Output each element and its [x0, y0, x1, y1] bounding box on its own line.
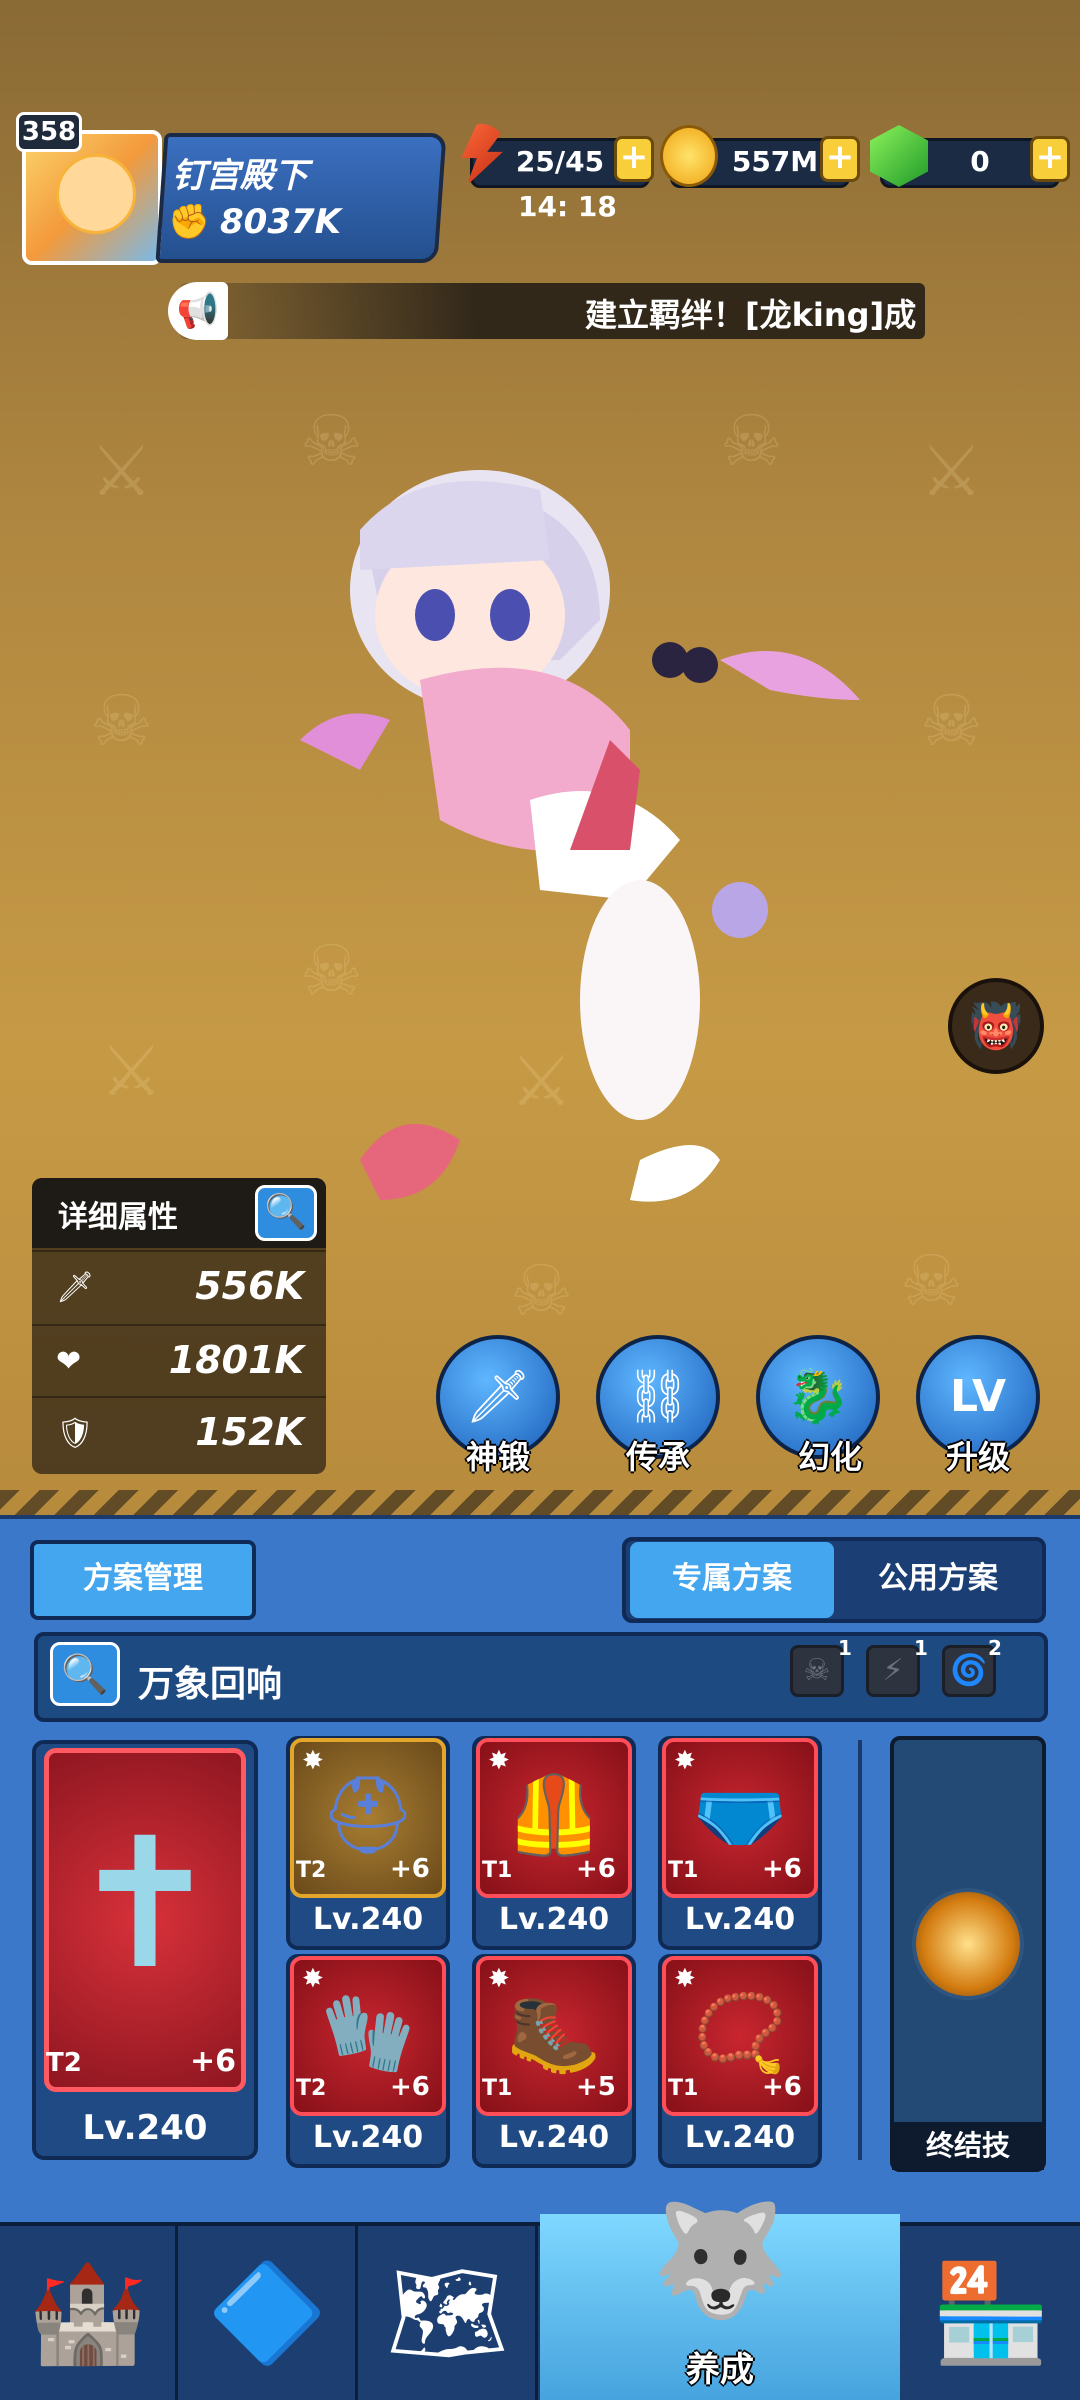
gold-value: 557M: [731, 145, 819, 178]
hero-character-illustration[interactable]: [300, 440, 900, 1220]
equipment-level: Lv.240: [498, 1902, 610, 1937]
belt-icon: 🩲: [692, 1770, 788, 1859]
stat-attack-value: 556K: [195, 1264, 304, 1308]
pattern-monster-icon: ☠: [920, 680, 983, 762]
set-name: 万象回响: [138, 1664, 283, 1705]
equipment-level: Lv.240: [498, 2120, 610, 2155]
sword-icon: 🗡: [56, 1270, 95, 1305]
pattern-monster-icon: ☠: [510, 1250, 573, 1332]
announcement-text: 建立羁绊！[龙king]成: [585, 296, 917, 334]
equipment-level: Lv.240: [684, 1902, 796, 1937]
level-up-label: 升级: [945, 1438, 1010, 1476]
boots-icon: 🥾: [506, 1988, 602, 2077]
level-up-icon: LV: [949, 1371, 1007, 1422]
equipment-tier: T2: [296, 2076, 327, 2101]
forge-label: 神锻: [465, 1438, 530, 1476]
heart-icon: ❤: [56, 1344, 82, 1379]
tab-public-plan[interactable]: 公用方案: [836, 1542, 1040, 1618]
star-icon: ✸: [488, 1964, 510, 1994]
equipment-tier: T1: [668, 2076, 699, 2101]
nav-map-icon[interactable]: 🗺: [360, 2226, 538, 2400]
nav-develop-icon: 🐺: [651, 2196, 789, 2324]
pattern-sword-icon: ⚔: [90, 430, 153, 512]
equipment-tier: T1: [668, 1858, 699, 1883]
share-icon: ⛓: [624, 1367, 691, 1427]
equipment-tier: T2: [296, 1858, 327, 1883]
equipment-level: Lv.240: [312, 2120, 424, 2155]
dragon-icon: 🐉: [785, 1367, 851, 1427]
bolt-filter-count: 1: [914, 1636, 928, 1660]
equipment-tier: T1: [482, 2076, 513, 2101]
stats-title: 详细属性: [58, 1200, 178, 1235]
sword-icon: 🗡: [464, 1367, 531, 1427]
power-fist-icon: ✊: [168, 202, 211, 242]
weapon-tier: T2: [46, 2048, 82, 2078]
search-icon[interactable]: 🔍: [50, 1642, 120, 1706]
stat-hp-value: 1801K: [168, 1338, 304, 1382]
megaphone-icon: 📢: [168, 282, 228, 340]
gem-value: 0: [970, 145, 990, 178]
equipment-plus: +6: [390, 2072, 430, 2102]
stat-row-attack: 🗡 556K: [32, 1250, 326, 1322]
weapon-plus: +6: [190, 2044, 237, 2079]
nav-castle-icon[interactable]: 🏰: [0, 2226, 178, 2400]
plan-manage-button[interactable]: 方案管理: [30, 1540, 256, 1620]
equipment-plus: +6: [762, 2072, 802, 2102]
stat-defense-value: 152K: [195, 1410, 304, 1454]
gauntlet-icon: 🧤: [320, 1988, 416, 2077]
final-skill-label: 终结技: [892, 2122, 1044, 2170]
energy-timer: 14: 18: [518, 190, 617, 223]
stat-row-hp: ❤ 1801K: [32, 1324, 326, 1396]
equipment-tier: T1: [482, 1858, 513, 1883]
skull-filter-count: 1: [838, 1636, 852, 1660]
equipment-level: Lv.240: [684, 2120, 796, 2155]
transform-label: 幻化: [797, 1438, 862, 1476]
equipment-plus: +6: [390, 1854, 430, 1884]
stat-row-defense: 🛡 152K: [32, 1396, 326, 1468]
equipment-plus: +6: [762, 1854, 802, 1884]
weapon-level: Lv.240: [82, 2108, 208, 2148]
avatar-face: [56, 154, 136, 234]
tab-exclusive-plan[interactable]: 专属方案: [630, 1542, 834, 1618]
helmet-icon: ⛑: [319, 1770, 417, 1859]
bolt-filter-icon[interactable]: ⚡: [866, 1645, 920, 1697]
star-icon: ✸: [302, 1746, 324, 1776]
stats-search-icon[interactable]: 🔍: [255, 1185, 317, 1241]
skull-filter-icon[interactable]: ☠: [790, 1645, 844, 1697]
tornado-filter-count: 2: [988, 1636, 1002, 1660]
armor-icon: 🦺: [506, 1770, 602, 1859]
energy-plus-button[interactable]: +: [614, 136, 654, 182]
equipment-divider: [858, 1740, 862, 2160]
gem-plus-button[interactable]: +: [1030, 136, 1070, 182]
player-name: 钉宫殿下: [172, 156, 308, 196]
final-skill-orb-icon: [912, 1888, 1024, 2000]
star-icon: ✸: [488, 1746, 510, 1776]
gold-plus-button[interactable]: +: [820, 136, 860, 182]
crossed-sword-icon: ✝: [69, 1800, 221, 2009]
inherit-label: 传承: [625, 1438, 690, 1476]
star-icon: ✸: [674, 1964, 696, 1994]
panel-edge-decoration: [0, 1490, 1080, 1518]
equipment-level: Lv.240: [312, 1902, 424, 1937]
equipment-plus: +6: [576, 1854, 616, 1884]
star-icon: ✸: [674, 1746, 696, 1776]
pattern-sword-icon: ⚔: [100, 1030, 163, 1112]
gold-coin-icon: [660, 125, 718, 187]
pattern-monster-icon: ☠: [900, 1240, 963, 1322]
pattern-monster-icon: ☠: [90, 680, 153, 762]
player-power: 8037K: [220, 202, 341, 242]
shield-icon: 🛡: [56, 1416, 95, 1451]
amulet-icon: 📿: [692, 1988, 788, 2077]
equipment-plus: +5: [576, 2072, 616, 2102]
nav-rune-icon[interactable]: 🔷: [180, 2226, 358, 2400]
monster-switch-button[interactable]: 👹: [948, 978, 1044, 1074]
star-icon: ✸: [302, 1964, 324, 1994]
nav-shop-icon[interactable]: 🏪: [902, 2226, 1080, 2400]
nav-develop-label: 养成: [686, 2350, 754, 2390]
pattern-sword-icon: ⚔: [920, 430, 983, 512]
player-level-badge: 358: [16, 112, 82, 152]
energy-value: 25/45: [515, 145, 605, 178]
